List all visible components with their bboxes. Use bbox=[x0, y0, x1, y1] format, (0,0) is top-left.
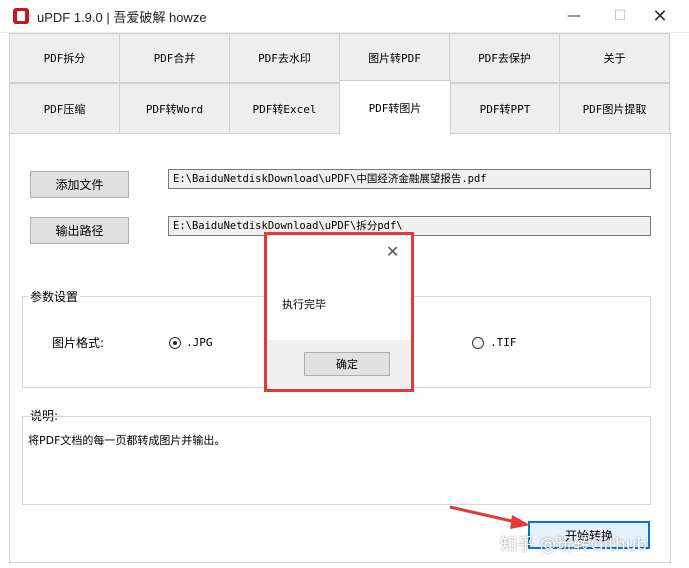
params-group-label: 参数设置 bbox=[28, 288, 81, 305]
window-title: uPDF 1.9.0 | 吾爱破解 howze bbox=[37, 10, 207, 25]
radio-tif-label: .TIF bbox=[490, 336, 517, 349]
tab-pdf-to-excel[interactable]: PDF转Excel bbox=[229, 83, 340, 134]
tab-pdf-unprotect[interactable]: PDF去保护 bbox=[449, 33, 560, 83]
image-format-label: 图片格式: bbox=[52, 336, 105, 350]
radio-jpg[interactable] bbox=[169, 337, 181, 349]
tab-image-to-pdf[interactable]: 图片转PDF bbox=[339, 33, 450, 83]
output-path-field[interactable]: E:\BaiduNetdiskDownload\uPDF\拆分pdf\ bbox=[168, 216, 651, 236]
radio-tif[interactable] bbox=[472, 337, 484, 349]
dialog-message: 执行完毕 bbox=[282, 298, 326, 311]
tab-pdf-remove-watermark[interactable]: PDF去水印 bbox=[229, 33, 340, 83]
add-file-button[interactable]: 添加文件 bbox=[30, 171, 129, 198]
title-bar: uPDF 1.9.0 | 吾爱破解 howze — ☐ ✕ bbox=[0, 0, 689, 33]
tab-pdf-image-extract[interactable]: PDF图片提取 bbox=[559, 83, 670, 134]
description-box bbox=[22, 416, 651, 505]
dialog-ok-button[interactable]: 确定 bbox=[304, 352, 390, 376]
tab-pdf-merge[interactable]: PDF合并 bbox=[119, 33, 230, 83]
close-button[interactable]: ✕ bbox=[637, 0, 683, 32]
input-file-path[interactable]: E:\BaiduNetdiskDownload\uPDF\中国经济金融展望报告.… bbox=[168, 169, 651, 189]
minimize-button[interactable]: — bbox=[551, 0, 597, 32]
tab-pdf-to-image[interactable]: PDF转图片 bbox=[339, 80, 451, 135]
message-dialog: ✕ 执行完毕 确定 bbox=[266, 234, 412, 390]
radio-jpg-label: .JPG bbox=[186, 336, 213, 349]
tab-pdf-to-ppt[interactable]: PDF转PPT bbox=[450, 83, 560, 134]
output-path-button[interactable]: 输出路径 bbox=[30, 217, 129, 244]
app-icon bbox=[13, 8, 29, 24]
tab-pdf-to-word[interactable]: PDF转Word bbox=[119, 83, 230, 134]
description-text: 将PDF文档的每一页都转成图片并输出。 bbox=[28, 434, 226, 447]
watermark: 知乎 @玩转Github bbox=[500, 535, 648, 555]
dialog-close-icon[interactable]: ✕ bbox=[386, 242, 399, 261]
tab-pdf-compress[interactable]: PDF压缩 bbox=[9, 83, 120, 134]
tab-about[interactable]: 关于 bbox=[559, 33, 670, 83]
tab-pdf-split[interactable]: PDF拆分 bbox=[9, 33, 120, 83]
